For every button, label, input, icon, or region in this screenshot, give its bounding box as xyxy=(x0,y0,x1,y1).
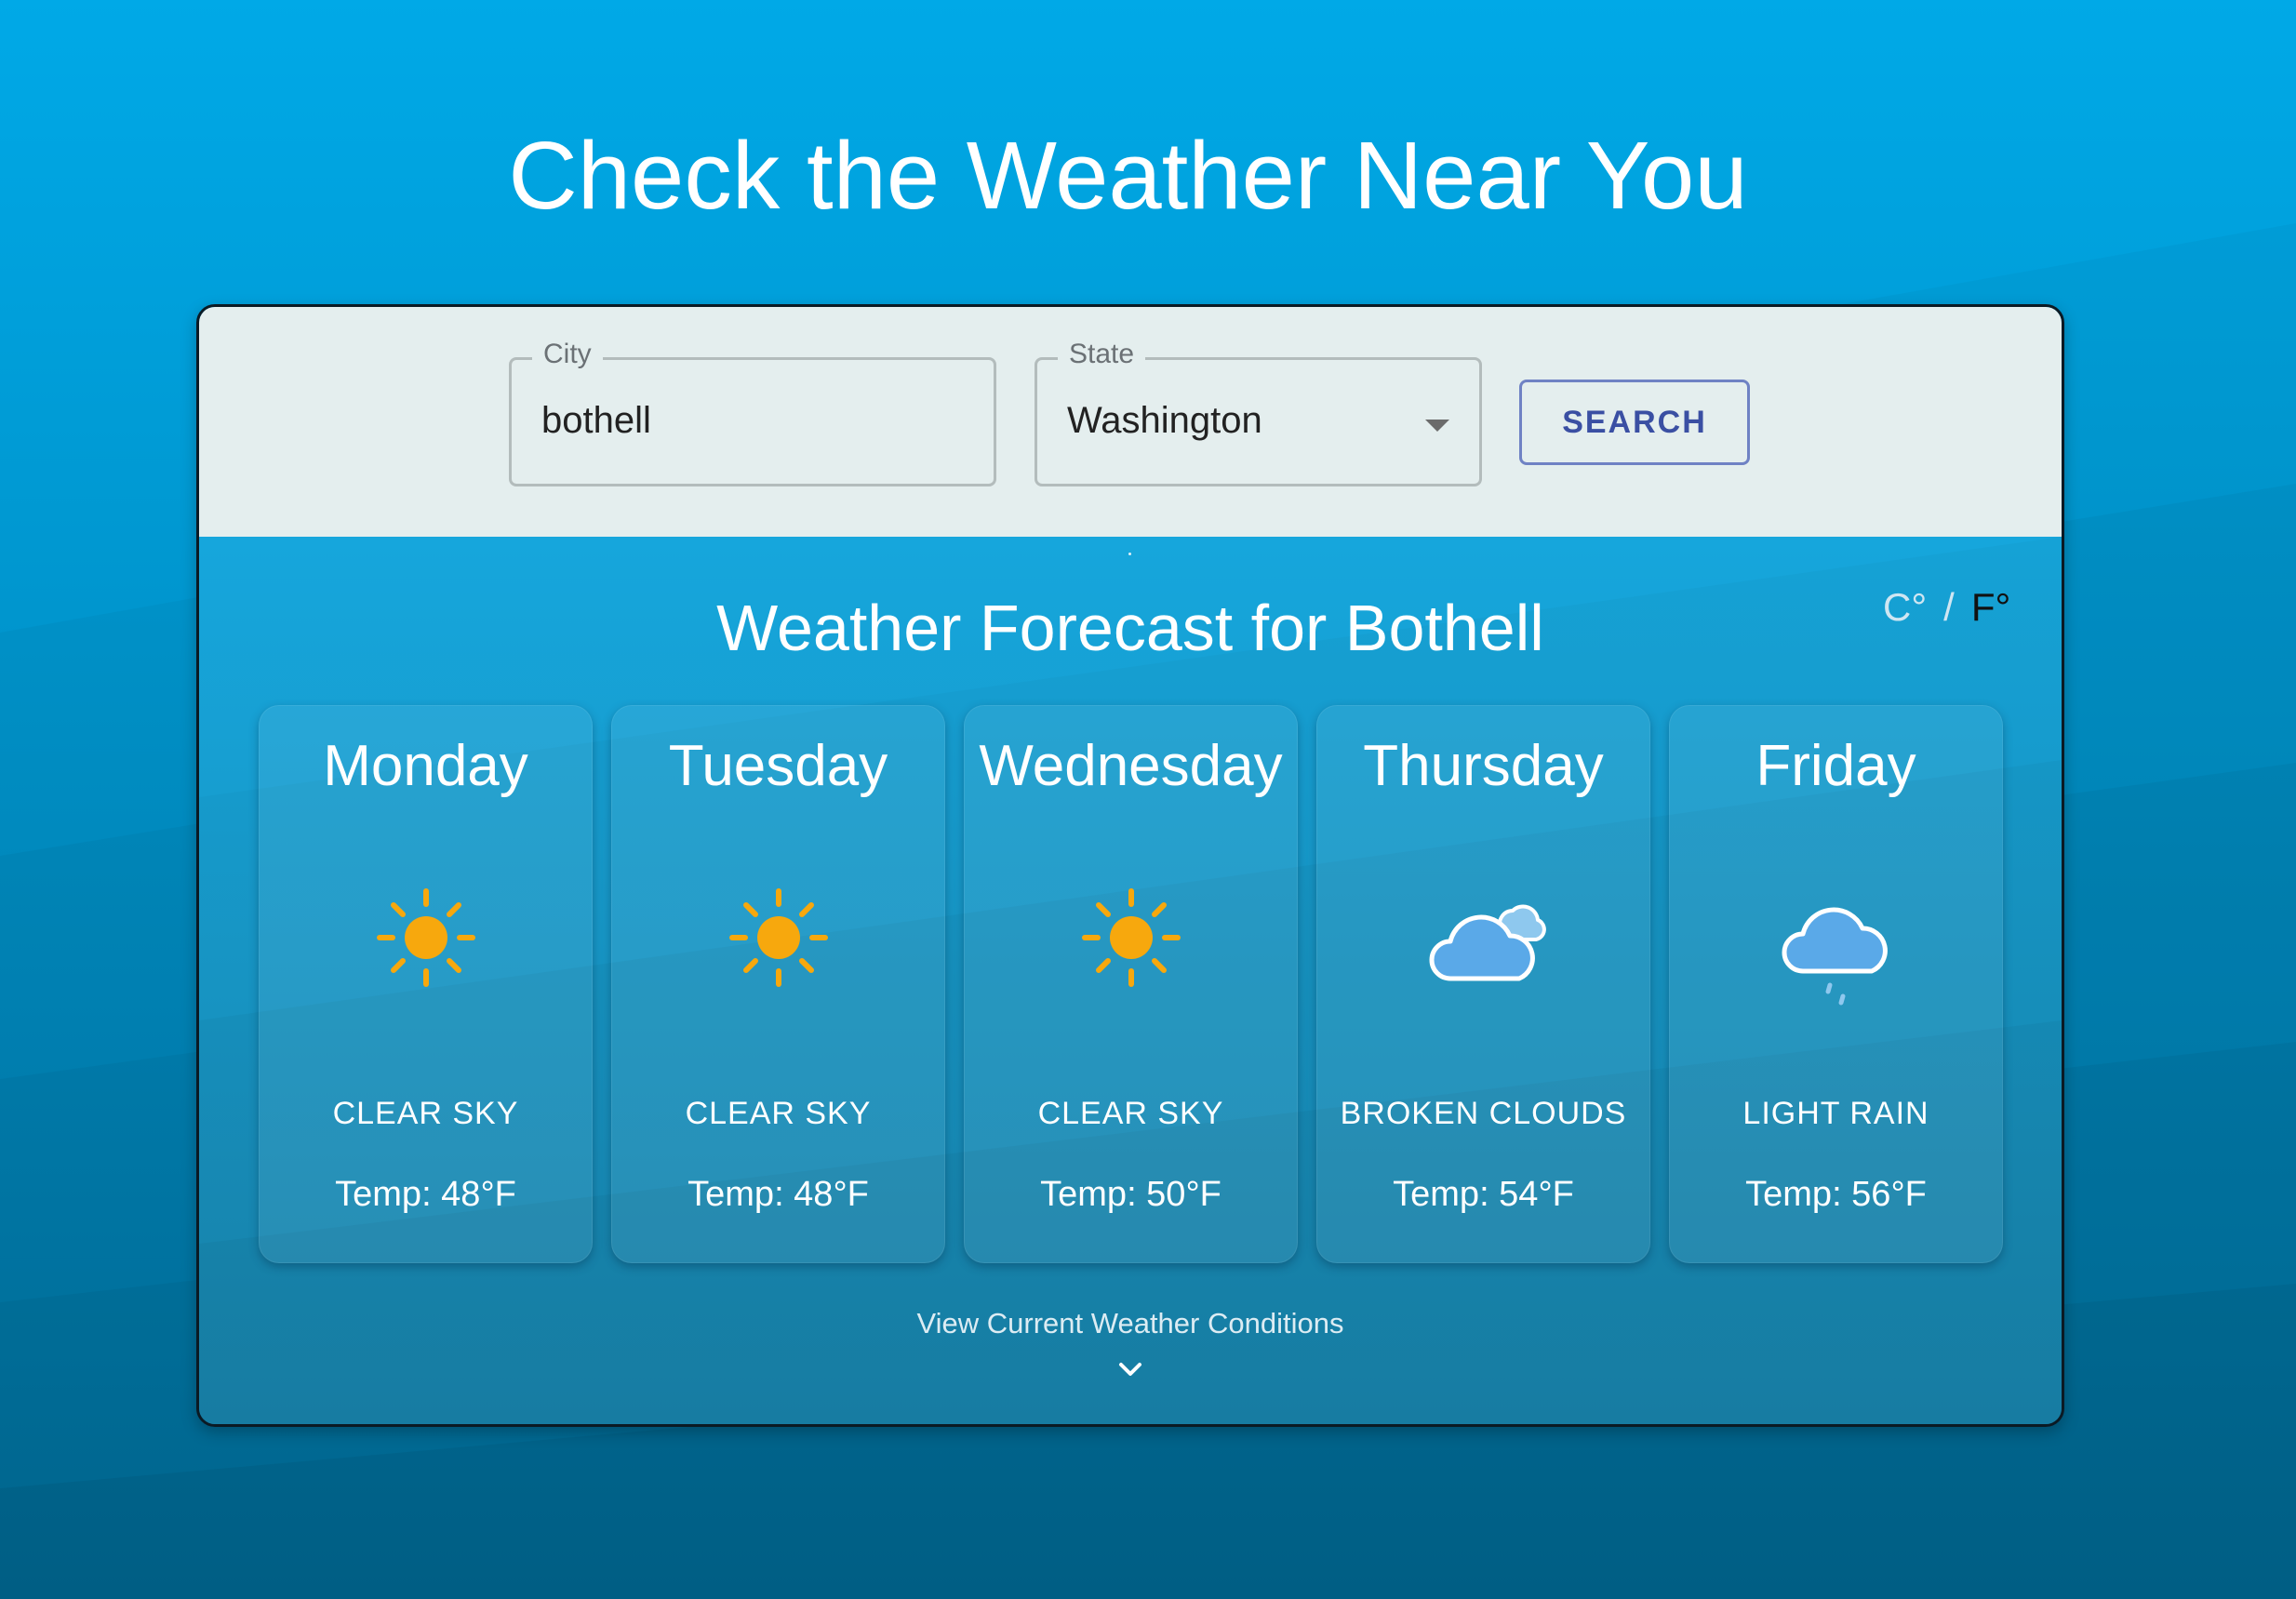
day-temp: Temp: 56°F xyxy=(1745,1175,1927,1214)
day-name: Wednesday xyxy=(979,734,1283,798)
sun-icon xyxy=(377,888,475,987)
sun-icon xyxy=(729,888,828,987)
focus-indicator xyxy=(1128,553,1131,555)
day-description: CLEAR SKY xyxy=(1037,1096,1224,1131)
search-bar: City State Washington SEARCH xyxy=(199,307,2062,539)
state-select-value[interactable]: Washington xyxy=(1067,397,1262,444)
day-description: LIGHT RAIN xyxy=(1742,1096,1929,1131)
unit-separator: / xyxy=(1943,585,1955,629)
city-field[interactable]: City xyxy=(509,336,996,486)
day-name: Tuesday xyxy=(668,734,888,798)
view-current-conditions-link[interactable]: View Current Weather Conditions xyxy=(199,1307,2062,1340)
day-description: CLEAR SKY xyxy=(685,1096,872,1131)
unit-fahrenheit[interactable]: F° xyxy=(1971,585,2010,629)
sun-icon xyxy=(1082,888,1181,987)
day-description: BROKEN CLOUDS xyxy=(1340,1096,1627,1131)
state-field-label: State xyxy=(1058,336,1146,373)
day-temp: Temp: 48°F xyxy=(687,1175,869,1214)
city-field-label: City xyxy=(532,336,603,373)
unit-celsius[interactable]: C° xyxy=(1883,585,1927,629)
day-card-wednesday: Wednesday CLEAR SKY Temp: 50°F xyxy=(964,705,1298,1263)
chevron-down-icon[interactable] xyxy=(1116,1355,1144,1383)
day-name: Thursday xyxy=(1363,734,1604,798)
day-name: Monday xyxy=(323,734,528,798)
city-input[interactable] xyxy=(541,397,951,444)
weather-app-card: City State Washington SEARCH Weather For xyxy=(196,304,2064,1427)
day-description: CLEAR SKY xyxy=(332,1096,519,1131)
day-card-tuesday: Tuesday CLEAR SKY Temp: 48°F xyxy=(611,705,945,1263)
day-card-monday: Monday CLEAR SKY Temp: 48°F xyxy=(259,705,593,1263)
forecast-panel: Weather Forecast for Bothell C° / F° Monda… xyxy=(199,537,2062,1424)
day-temp: Temp: 54°F xyxy=(1393,1175,1574,1214)
dropdown-arrow-icon[interactable] xyxy=(1425,420,1449,432)
light-rain-icon xyxy=(1782,907,1888,1006)
day-temp: Temp: 48°F xyxy=(335,1175,516,1214)
day-card-thursday: Thursday BROKEN CLOUDS Temp: 54°F xyxy=(1316,705,1650,1263)
search-button[interactable]: SEARCH xyxy=(1519,380,1750,465)
state-select[interactable]: State Washington xyxy=(1035,336,1482,486)
day-card-friday: Friday LIGHT RAIN Temp: 56°F xyxy=(1669,705,2003,1263)
page-title: Check the Weather Near You xyxy=(508,122,1748,229)
broken-clouds-icon xyxy=(1429,904,1546,981)
day-temp: Temp: 50°F xyxy=(1040,1175,1221,1214)
forecast-title: Weather Forecast for Bothell xyxy=(716,592,1544,664)
day-name: Friday xyxy=(1755,734,1916,798)
unit-toggle[interactable]: C° / F° xyxy=(1883,585,2010,630)
